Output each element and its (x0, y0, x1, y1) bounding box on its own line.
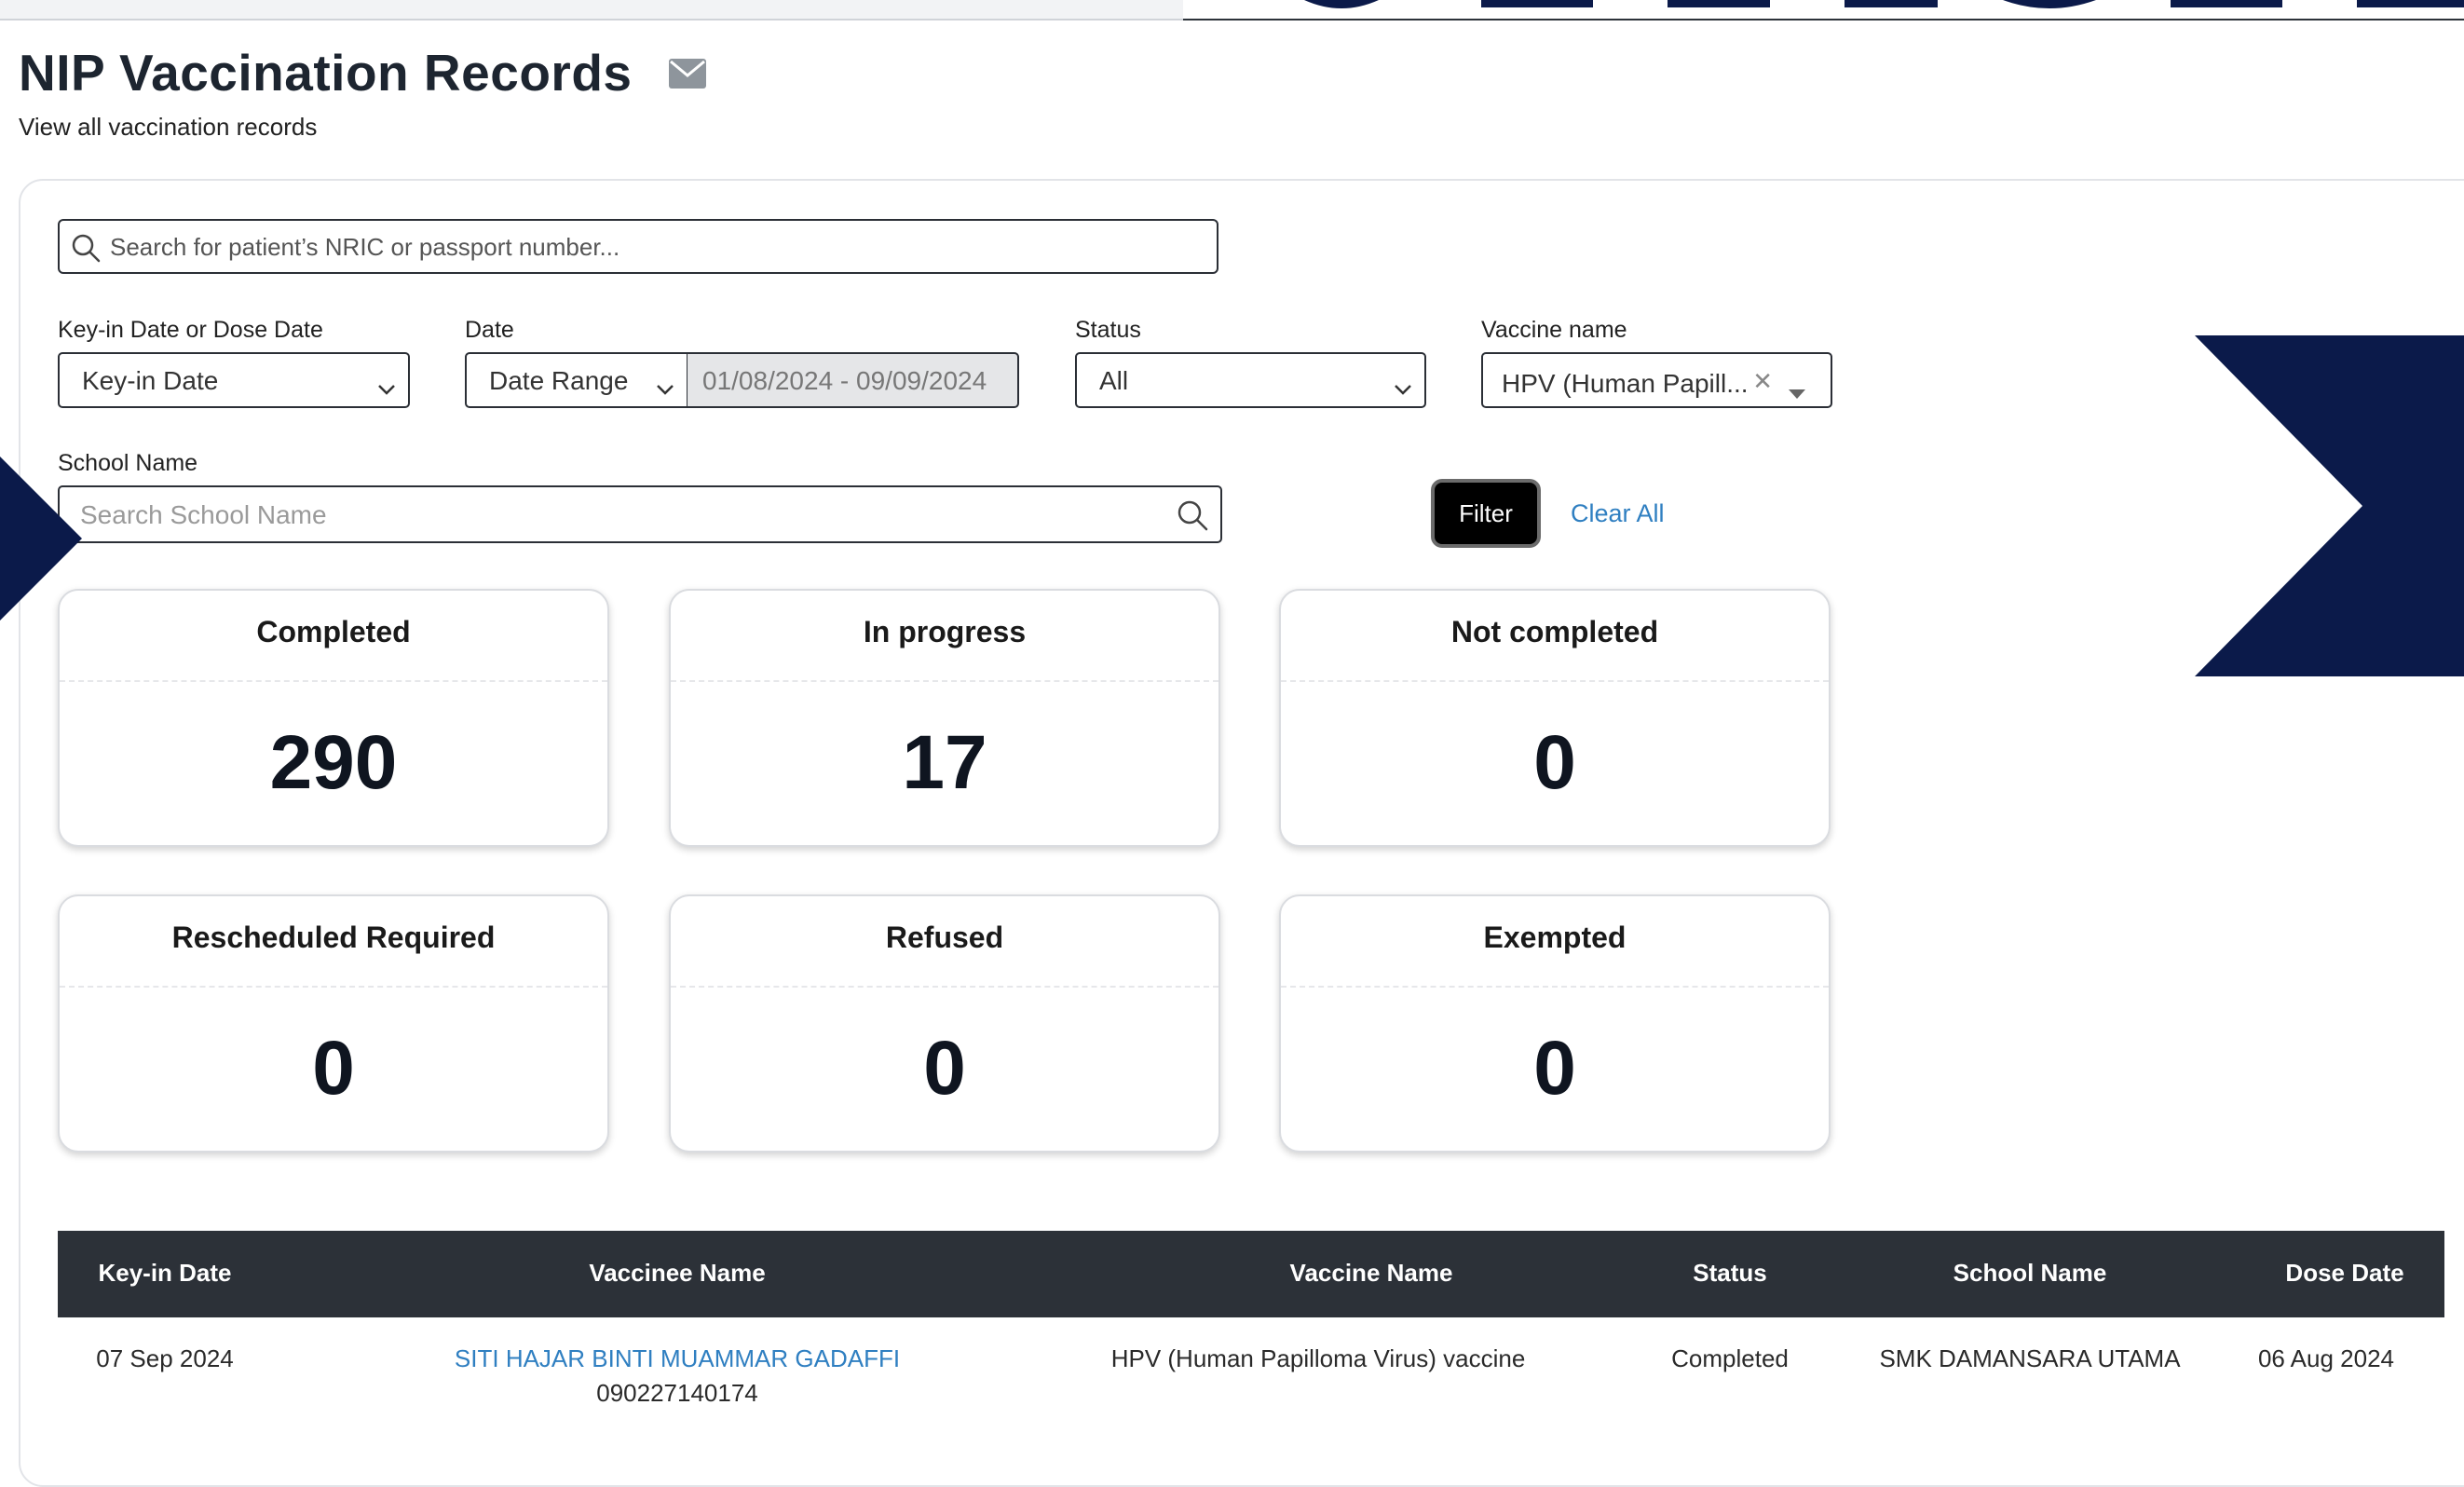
date-range-field[interactable]: 01/08/2024 - 09/09/2024 (687, 352, 1019, 408)
card-count: 0 (1533, 720, 1576, 805)
column-header-school-name[interactable]: School Name (1816, 1259, 2244, 1288)
filter-button[interactable]: Filter (1431, 479, 1541, 548)
date-type-select[interactable]: Key-in Date (58, 352, 410, 408)
card-title: In progress (863, 615, 1027, 648)
envelope-icon[interactable] (668, 58, 707, 94)
column-header-key-in-date[interactable]: Key-in Date (76, 1259, 253, 1288)
decorative-arrow-graphic (0, 457, 84, 625)
dose-date-cell: 06 Aug 2024 (2257, 1344, 2395, 1372)
clear-all-link[interactable]: Clear All (1571, 499, 1665, 528)
in-progress-card[interactable]: In progress 17 (669, 589, 1220, 847)
search-icon[interactable] (1176, 498, 1209, 537)
page-title: NIP Vaccination Records (19, 44, 633, 102)
refused-card[interactable]: Refused 0 (669, 894, 1220, 1153)
patient-search-field[interactable] (58, 219, 1218, 274)
vaccine-name-cell: HPV (Human Papilloma Virus) vaccine (1110, 1344, 1526, 1372)
card-title: Completed (256, 615, 411, 648)
decorative-chevron-graphic (2195, 335, 2464, 681)
chevron-down-icon (376, 373, 397, 402)
page-subtitle: View all vaccination records (19, 113, 318, 141)
card-divider (60, 680, 607, 682)
not-completed-card[interactable]: Not completed 0 (1279, 589, 1831, 847)
caret-down-icon[interactable] (1788, 376, 1806, 406)
top-divider (1183, 19, 2464, 20)
card-divider (671, 680, 1218, 682)
date-type-label: Key-in Date or Dose Date (58, 317, 323, 343)
exempted-card[interactable]: Exempted 0 (1279, 894, 1831, 1153)
vaccine-name-label: Vaccine name (1481, 317, 1627, 343)
vaccine-name-value: HPV (Human Papill... (1502, 369, 1749, 398)
column-header-vaccinee-name[interactable]: Vaccinee Name (444, 1259, 910, 1288)
top-bar (0, 0, 1183, 20)
clear-icon[interactable]: ✕ (1752, 367, 1773, 396)
card-divider (60, 986, 607, 988)
school-name-input[interactable] (78, 487, 1144, 542)
card-count: 0 (1533, 1026, 1576, 1111)
search-icon (71, 233, 101, 267)
card-count: 0 (312, 1026, 355, 1111)
card-title: Rescheduled Required (171, 921, 496, 954)
date-mode-select[interactable]: Date Range (465, 352, 688, 408)
status-value: All (1099, 366, 1129, 395)
card-count: 0 (923, 1026, 966, 1111)
completed-card[interactable]: Completed 290 (58, 589, 609, 847)
card-divider (671, 986, 1218, 988)
date-label: Date (465, 317, 514, 343)
date-mode-value: Date Range (489, 366, 629, 395)
card-count: 17 (902, 720, 987, 805)
chevron-down-icon (1393, 373, 1413, 402)
column-header-vaccine-name[interactable]: Vaccine Name (1101, 1259, 1641, 1288)
status-select[interactable]: All (1075, 352, 1426, 408)
page-header: NIP Vaccination Records (19, 43, 707, 102)
status-label: Status (1075, 317, 1141, 343)
decorative-banner-graphic (1276, 0, 2464, 11)
vaccinee-id-cell: 090227140174 (596, 1379, 758, 1407)
card-count: 290 (269, 720, 398, 805)
school-name-cell: SMK DAMANSARA UTAMA (1879, 1344, 2181, 1372)
rescheduled-required-card[interactable]: Rescheduled Required 0 (58, 894, 609, 1153)
column-header-dose-date[interactable]: Dose Date (2256, 1259, 2433, 1288)
key-in-date-cell: 07 Sep 2024 (96, 1344, 234, 1372)
patient-search-input[interactable] (108, 221, 1202, 273)
card-title: Exempted (1483, 921, 1627, 954)
card-title: Refused (885, 921, 1004, 954)
card-title: Not completed (1450, 615, 1659, 648)
school-name-field[interactable] (58, 485, 1222, 543)
chevron-down-icon (655, 373, 675, 402)
card-divider (1281, 680, 1829, 682)
table-header: Key-in Date Vaccinee Name Vaccine Name S… (58, 1231, 2444, 1317)
vaccinee-name-link[interactable]: SITI HAJAR BINTI MUAMMAR GADAFFI (398, 1344, 957, 1373)
vaccine-name-select[interactable]: HPV (Human Papill... ✕ (1481, 352, 1832, 408)
card-divider (1281, 986, 1829, 988)
date-type-value: Key-in Date (82, 366, 219, 395)
date-range-value: 01/08/2024 - 09/09/2024 (702, 366, 987, 395)
